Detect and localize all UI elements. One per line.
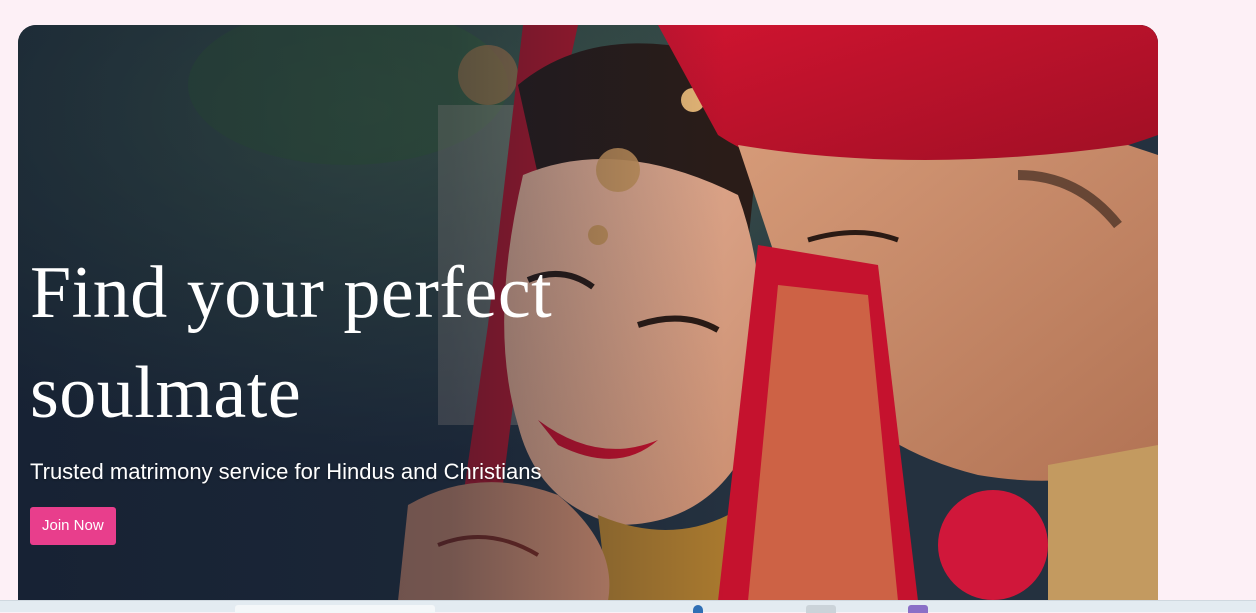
- strip-dot-icon: [693, 605, 703, 613]
- hero-subtitle: Trusted matrimony service for Hindus and…: [30, 459, 542, 484]
- strip-chip-icon: [908, 605, 928, 613]
- strip-avatar-icon: [806, 605, 836, 613]
- strip-tab: [235, 605, 435, 613]
- hero-title: Find your perfect soulmate: [30, 252, 553, 434]
- bottom-strip: [0, 600, 1256, 613]
- hero-banner: Find your perfect soulmate Trusted matri…: [18, 25, 1158, 601]
- hero-content: Find your perfect soulmate Trusted matri…: [30, 243, 670, 545]
- join-now-button[interactable]: Join Now: [30, 507, 116, 545]
